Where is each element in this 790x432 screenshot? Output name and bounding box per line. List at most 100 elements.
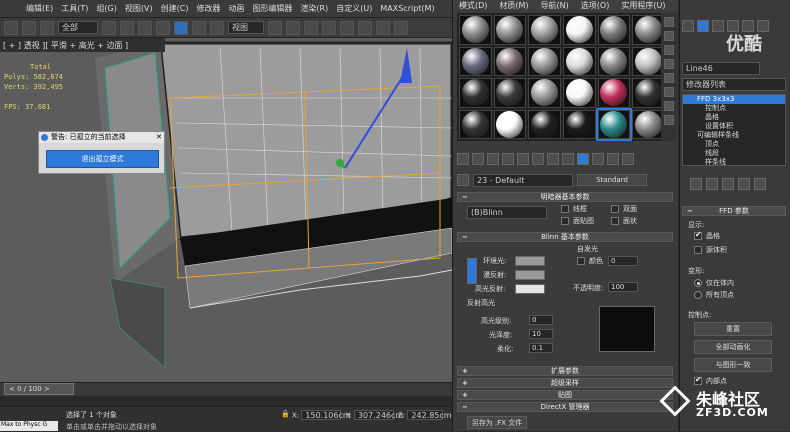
snap-icon[interactable] [304, 20, 318, 35]
lattice-checkbox[interactable] [694, 230, 702, 240]
material-slot[interactable] [493, 78, 527, 108]
menu-animation[interactable]: 动画 [228, 3, 244, 14]
move-icon[interactable] [174, 20, 188, 35]
material-slot[interactable] [563, 46, 596, 76]
menu-create[interactable]: 创建(C) [161, 3, 189, 14]
menu-graph-editors[interactable]: 图形编辑器 [252, 3, 292, 14]
menu-rendering[interactable]: 渲染(R) [300, 3, 328, 14]
reference-coord-dropdown[interactable]: 视图 [228, 21, 264, 34]
mat-menu-navigation[interactable]: 导航(N) [541, 0, 569, 10]
hierarchy-tab-icon[interactable] [712, 20, 724, 32]
material-slot[interactable] [459, 109, 492, 139]
conform-to-shape-button[interactable]: 与图形一致 [694, 358, 772, 372]
modifier-list-dropdown[interactable]: 修改器列表 [682, 78, 786, 91]
go-to-parent-icon[interactable] [607, 153, 619, 165]
material-slot[interactable] [563, 109, 596, 139]
rotate-icon[interactable] [192, 20, 206, 35]
material-slot[interactable] [493, 109, 527, 139]
all-vertices-radio[interactable] [694, 291, 702, 299]
select-by-name-icon[interactable] [120, 20, 134, 35]
self-illum-value[interactable]: 0 [608, 256, 638, 266]
maxscript-listener[interactable]: Max to Physc G [0, 421, 58, 431]
close-icon[interactable]: ✕ [156, 132, 162, 143]
face-map-checkbox[interactable] [561, 217, 569, 225]
reset-map-icon[interactable] [502, 153, 514, 165]
menu-group[interactable]: 组(G) [96, 3, 116, 14]
time-slider-thumb[interactable]: < 0 / 100 > [4, 383, 74, 395]
stack-editable-spline[interactable]: 可编辑样条线 [683, 131, 785, 140]
object-name-input[interactable]: Line46 [682, 62, 760, 75]
link-icon[interactable] [4, 20, 18, 35]
put-to-library-icon[interactable] [547, 153, 559, 165]
material-slot[interactable] [528, 78, 561, 108]
shader-dropdown[interactable]: (B)Blinn [467, 206, 547, 219]
assign-material-icon[interactable] [487, 153, 499, 165]
blinn-basic-rollout[interactable]: − Blinn 基本参数 [457, 232, 673, 242]
spec-level-value[interactable]: 0 [529, 315, 553, 325]
pin-stack-icon[interactable] [690, 178, 702, 190]
pick-from-object-icon[interactable] [457, 174, 469, 186]
mat-menu-material[interactable]: 材质(M) [499, 0, 528, 10]
stack-spline[interactable]: 样条线 [683, 158, 785, 167]
put-to-scene-icon[interactable] [472, 153, 484, 165]
two-sided-checkbox[interactable] [611, 205, 619, 213]
source-volume-checkbox[interactable] [694, 246, 702, 254]
track-bar[interactable] [0, 396, 452, 406]
mat-menu-options[interactable]: 选项(O) [581, 0, 610, 10]
shader-basic-rollout[interactable]: − 明暗器基本参数 [457, 192, 673, 202]
modify-tab-icon[interactable] [697, 20, 709, 32]
background-icon[interactable] [664, 45, 674, 55]
viewport-label[interactable]: [ + ] 透视 ][ 平滑 + 高光 + 边面 ] [0, 38, 165, 52]
coord-y[interactable]: 307.246cm [353, 410, 403, 420]
select-icon[interactable] [102, 20, 116, 35]
ambient-swatch[interactable] [515, 256, 545, 266]
material-slot[interactable] [493, 46, 527, 76]
make-copy-icon[interactable] [517, 153, 529, 165]
ffd-params-rollout[interactable]: − FFD 参数 [682, 206, 786, 216]
rect-region-icon[interactable] [138, 20, 152, 35]
supersampling-rollout[interactable]: + 超级采样 [457, 378, 673, 388]
stack-ffd[interactable]: FFD 3x3x3 [683, 95, 785, 104]
remove-modifier-icon[interactable] [738, 178, 750, 190]
material-name-input[interactable]: 23 - Default [473, 173, 573, 187]
material-slot[interactable] [563, 78, 596, 108]
make-unique-stack-icon[interactable] [722, 178, 734, 190]
material-slot[interactable] [528, 46, 561, 76]
self-illum-color-checkbox[interactable] [577, 257, 585, 265]
lock-ambient-diffuse-icon[interactable] [467, 258, 477, 284]
coord-z[interactable]: 242.85cm [407, 410, 452, 420]
diffuse-swatch[interactable] [515, 270, 545, 280]
make-unique-icon[interactable] [532, 153, 544, 165]
angle-snap-icon[interactable] [322, 20, 336, 35]
modifier-stack[interactable]: FFD 3x3x3 控制点 晶格 设置体积 可编辑样条线 顶点 线段 样条线 [682, 94, 786, 166]
show-end-result-icon[interactable] [592, 153, 604, 165]
selection-filter-dropdown[interactable]: 全部 [58, 21, 98, 34]
make-preview-icon[interactable] [664, 87, 674, 97]
stack-set-volume[interactable]: 设置体积 [683, 122, 785, 131]
options-icon[interactable] [664, 101, 674, 111]
unlink-icon[interactable] [22, 20, 36, 35]
material-slot[interactable] [459, 15, 492, 45]
spinner-snap-icon[interactable] [358, 20, 372, 35]
video-check-icon[interactable] [664, 73, 674, 83]
stack-segment[interactable]: 线段 [683, 149, 785, 158]
menu-views[interactable]: 视图(V) [125, 3, 153, 14]
pivot-icon[interactable] [268, 20, 282, 35]
faceted-checkbox[interactable] [611, 217, 619, 225]
select-by-material-icon[interactable] [664, 115, 674, 125]
show-end-result-stack-icon[interactable] [706, 178, 718, 190]
menu-customize[interactable]: 自定义(U) [336, 3, 372, 14]
stack-lattice[interactable]: 晶格 [683, 113, 785, 122]
material-slot[interactable] [528, 109, 561, 139]
material-slot[interactable] [459, 46, 492, 76]
glossiness-value[interactable]: 10 [529, 329, 553, 339]
bind-icon[interactable] [40, 20, 54, 35]
animate-all-button[interactable]: 全部动画化 [694, 340, 772, 354]
menu-modifiers[interactable]: 修改器 [196, 3, 220, 14]
window-crossing-icon[interactable] [156, 20, 170, 35]
menu-edit[interactable]: 编辑(E) [26, 3, 53, 14]
material-type-button[interactable]: Standard [577, 174, 647, 186]
go-forward-sibling-icon[interactable] [622, 153, 634, 165]
uv-tiling-icon[interactable] [664, 59, 674, 69]
material-slot[interactable] [597, 15, 631, 45]
